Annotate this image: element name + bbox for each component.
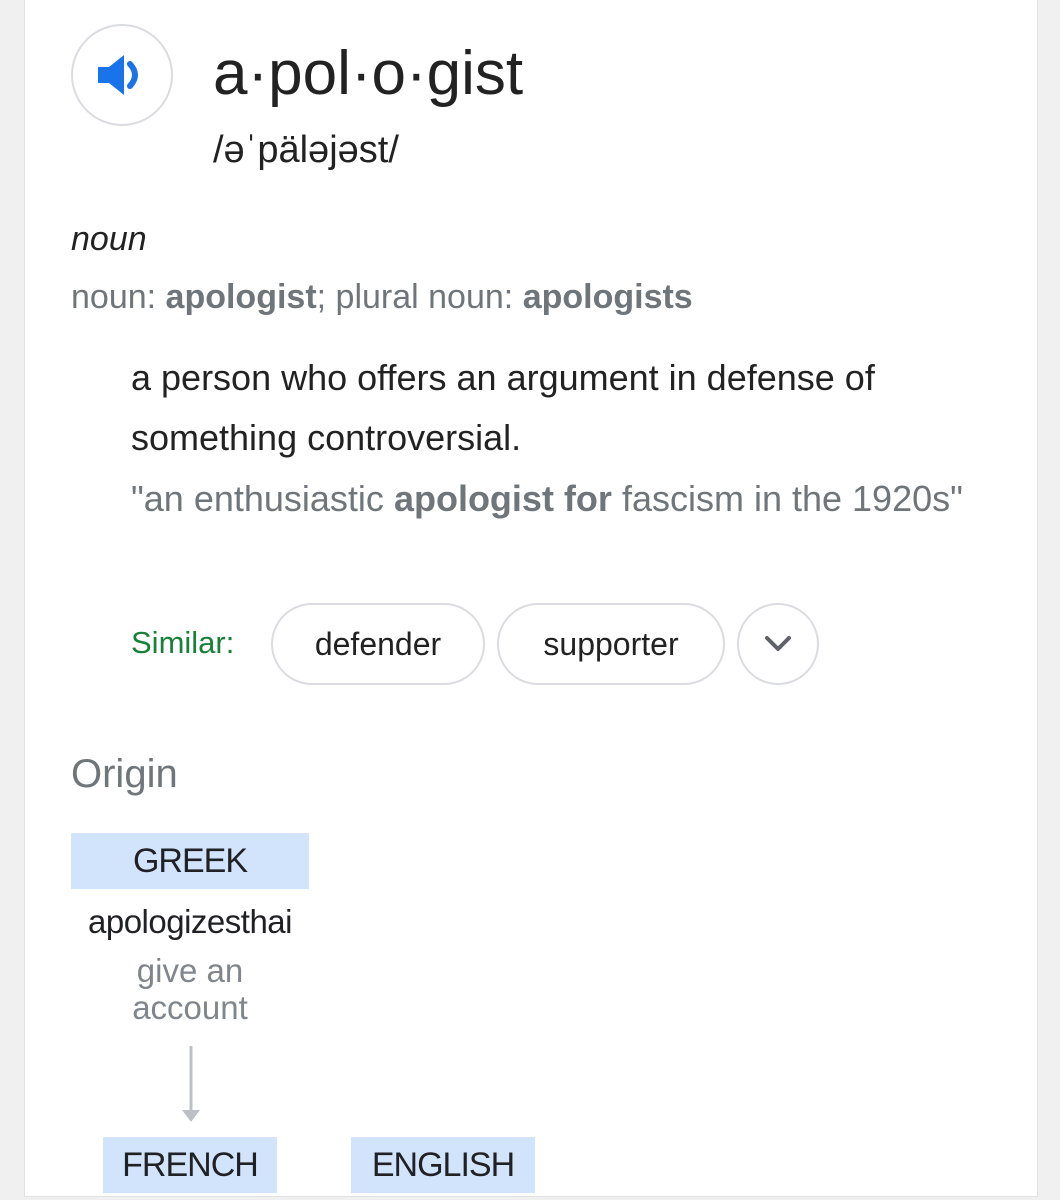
similar-chip-supporter[interactable]: supporter	[497, 603, 725, 685]
language-tag-french: FRENCH	[103, 1137, 277, 1193]
example-highlight: apologist for	[393, 478, 612, 519]
usage-example: "an enthusiastic apologist for fascism i…	[131, 470, 991, 528]
language-tag-english: ENGLISH	[351, 1137, 535, 1193]
plural-label: plural noun:	[335, 278, 523, 316]
forms-separator: ;	[316, 278, 336, 316]
example-suffix: fascism in the 1920s"	[611, 478, 963, 519]
word-forms: noun: apologist; plural noun: apologists	[71, 274, 693, 320]
phonetic-spelling: /əˈpäləjəst/	[213, 129, 399, 171]
language-tag-greek: GREEK	[71, 833, 309, 889]
origin-heading: Origin	[71, 752, 178, 796]
source-word: apologizesthai	[88, 903, 293, 940]
etymology-arrow-icon	[180, 1044, 202, 1131]
pronunciation-button[interactable]	[71, 24, 173, 126]
part-of-speech: noun	[71, 220, 147, 258]
noun-value: apologist	[165, 278, 317, 316]
noun-label: noun:	[71, 278, 166, 316]
plural-value: apologists	[522, 278, 693, 316]
definition: a person who offers an argument in defen…	[131, 357, 875, 458]
example-prefix: "an enthusiastic	[131, 478, 394, 519]
expand-similar-button[interactable]	[737, 603, 819, 685]
similar-label: Similar:	[131, 625, 235, 660]
dictionary-card: a·pol·o·gist /əˈpäləjəst/ noun noun: apo…	[24, 0, 1038, 1197]
source-gloss: give an account	[132, 952, 248, 1026]
chevron-down-icon	[764, 635, 792, 653]
speaker-icon	[96, 53, 148, 97]
headword: a·pol·o·gist	[213, 39, 524, 108]
similar-chip-defender[interactable]: defender	[271, 603, 485, 685]
